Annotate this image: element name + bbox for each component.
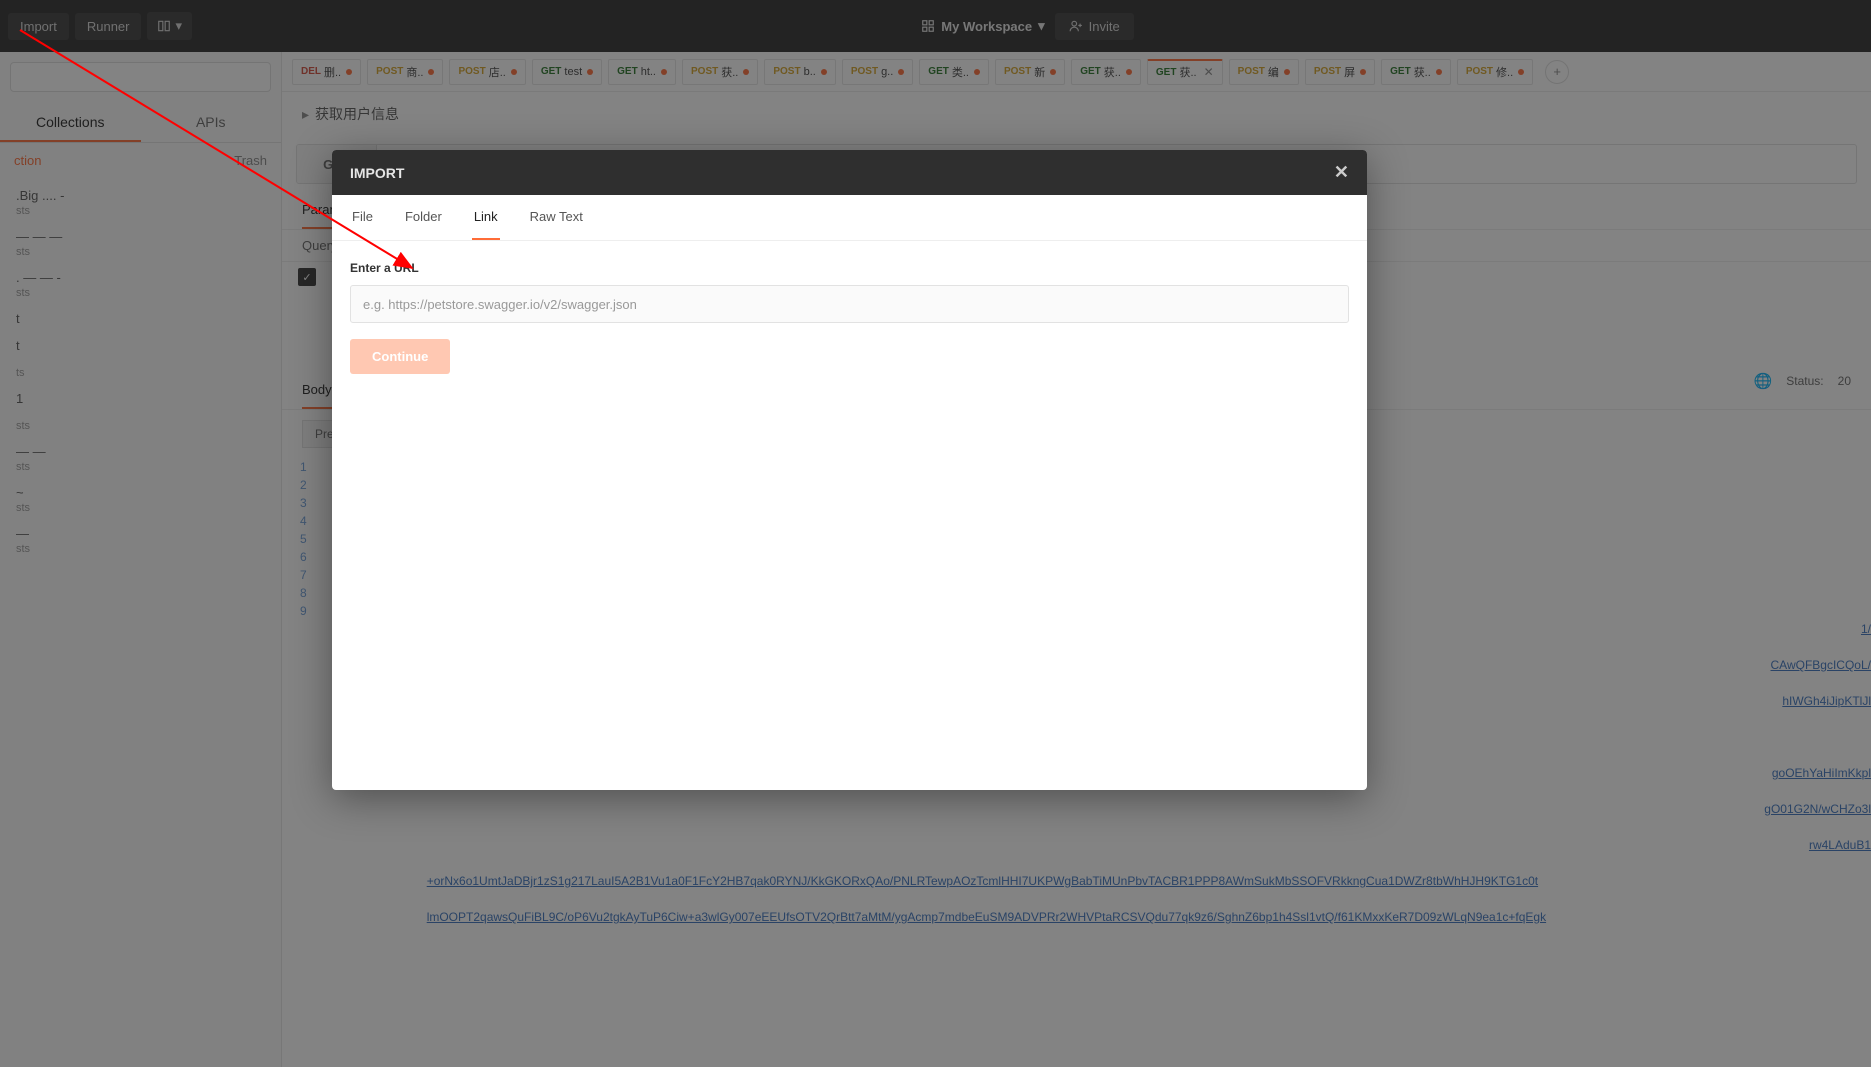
import-modal: IMPORT ✕ File Folder Link Raw Text Enter… bbox=[332, 150, 1367, 790]
modal-title: IMPORT bbox=[350, 165, 404, 181]
import-tab-folder[interactable]: Folder bbox=[403, 195, 444, 240]
import-url-input[interactable] bbox=[350, 285, 1349, 323]
import-tab-link[interactable]: Link bbox=[472, 195, 500, 240]
close-icon[interactable]: ✕ bbox=[1334, 162, 1349, 183]
import-tab-raw[interactable]: Raw Text bbox=[528, 195, 585, 240]
modal-header: IMPORT ✕ bbox=[332, 150, 1367, 195]
url-label: Enter a URL bbox=[350, 261, 1349, 275]
import-tab-file[interactable]: File bbox=[350, 195, 375, 240]
import-tabs: File Folder Link Raw Text bbox=[332, 195, 1367, 241]
continue-button[interactable]: Continue bbox=[350, 339, 450, 374]
